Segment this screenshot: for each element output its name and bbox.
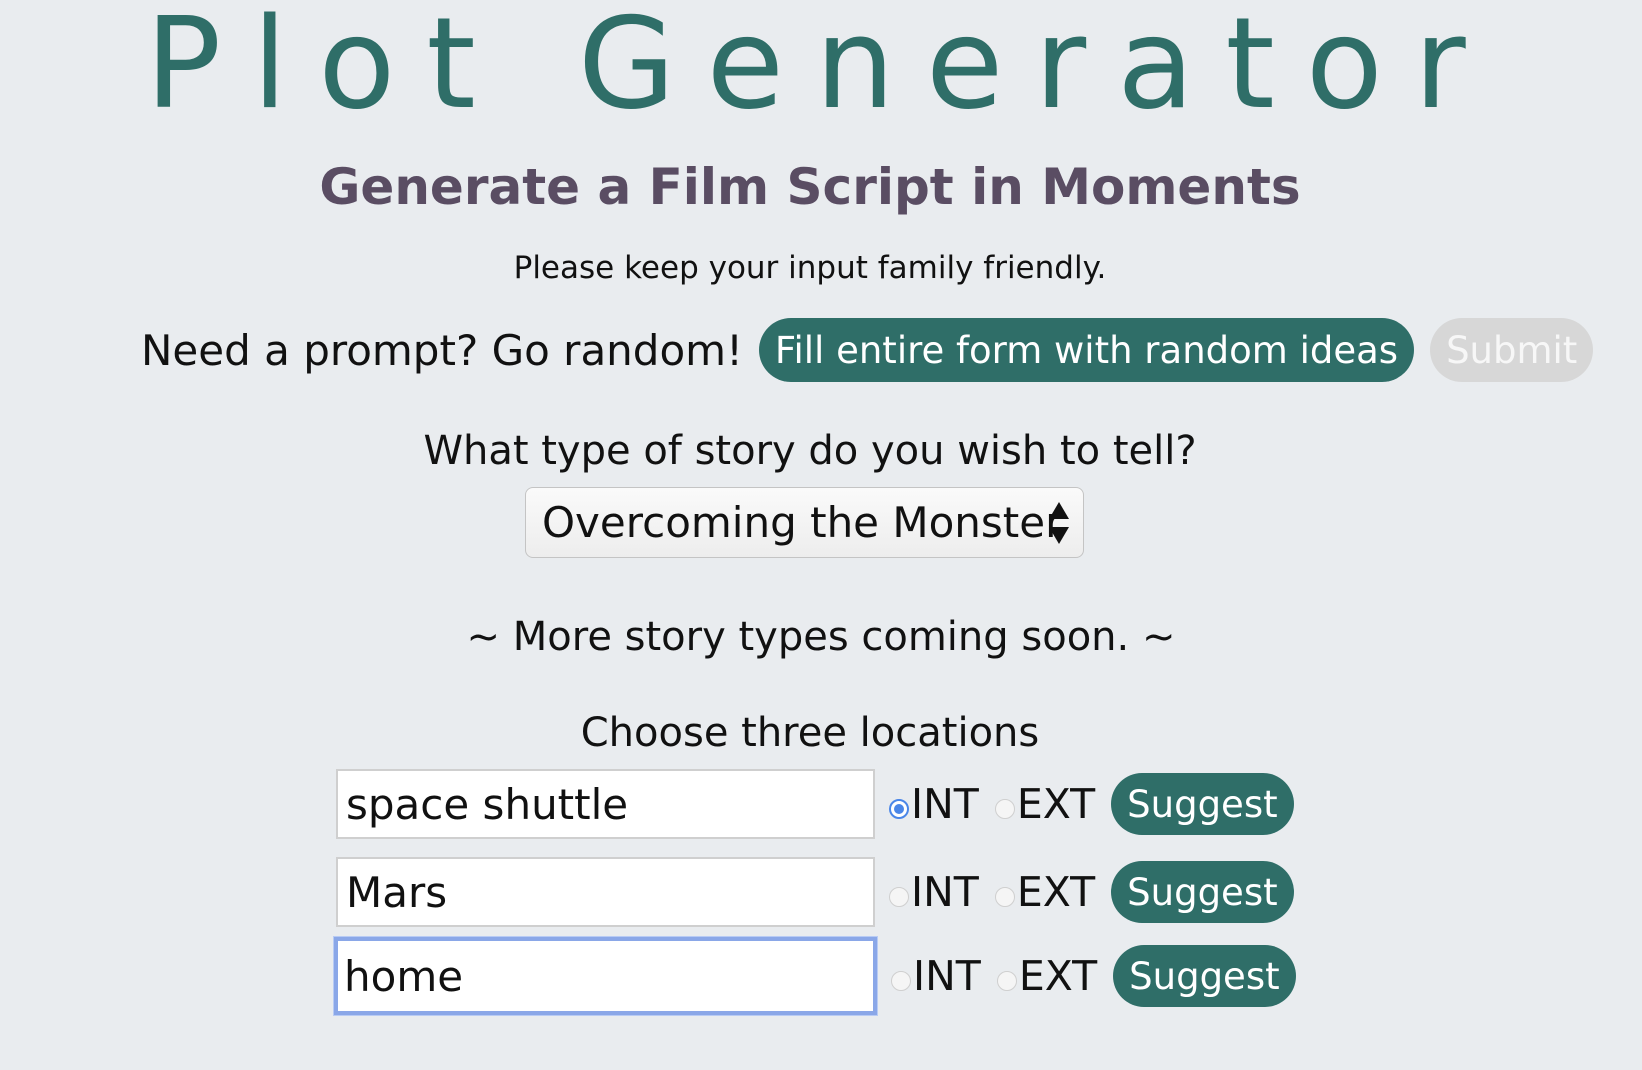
- ext-label-3: EXT: [1018, 952, 1098, 1000]
- suggest-button-1[interactable]: Suggest: [1111, 773, 1294, 835]
- int-label-1: INT: [911, 780, 979, 828]
- random-prompt-row: Need a prompt? Go random! Fill entire fo…: [141, 318, 1594, 382]
- fill-random-button[interactable]: Fill entire form with random ideas: [758, 318, 1415, 382]
- suggest-button-2[interactable]: Suggest: [1111, 861, 1294, 923]
- submit-button[interactable]: Submit: [1430, 318, 1594, 382]
- page-subtitle: Generate a Film Script in Moments: [319, 158, 1301, 216]
- random-prompt-label: Need a prompt? Go random!: [141, 325, 743, 375]
- ext-label-1: EXT: [1016, 780, 1096, 828]
- ext-label-2: EXT: [1016, 868, 1096, 916]
- int-radio-2[interactable]: [889, 887, 909, 907]
- select-arrows-icon: [1049, 502, 1069, 544]
- page-title: Plot Generator: [145, 0, 1497, 137]
- coming-soon-note: ~ More story types coming soon. ~: [466, 614, 1176, 660]
- int-radio-1[interactable]: [889, 799, 909, 819]
- story-type-selected-value: Overcoming the Monster: [542, 498, 1063, 547]
- locations-label: Choose three locations: [580, 710, 1040, 756]
- story-type-question: What type of story do you wish to tell?: [423, 428, 1197, 474]
- location-input-2[interactable]: [336, 857, 875, 927]
- location-row-1: INT EXT Suggest: [336, 769, 1294, 839]
- location-row-3: INT EXT Suggest: [334, 937, 1296, 1015]
- ext-radio-1[interactable]: [994, 799, 1015, 819]
- story-type-select[interactable]: Overcoming the Monster: [525, 487, 1084, 558]
- page: Plot Generator Generate a Film Script in…: [0, 0, 1642, 1070]
- int-label-3: INT: [913, 952, 981, 1000]
- location-input-1[interactable]: [336, 769, 875, 839]
- family-friendly-note: Please keep your input family friendly.: [513, 250, 1107, 286]
- location-row-2: INT EXT Suggest: [336, 857, 1294, 927]
- int-radio-3[interactable]: [891, 971, 911, 991]
- ext-radio-2[interactable]: [994, 887, 1015, 907]
- suggest-button-3[interactable]: Suggest: [1113, 945, 1296, 1007]
- ext-radio-3[interactable]: [996, 971, 1017, 991]
- location-input-3[interactable]: [334, 937, 877, 1015]
- int-label-2: INT: [911, 868, 979, 916]
